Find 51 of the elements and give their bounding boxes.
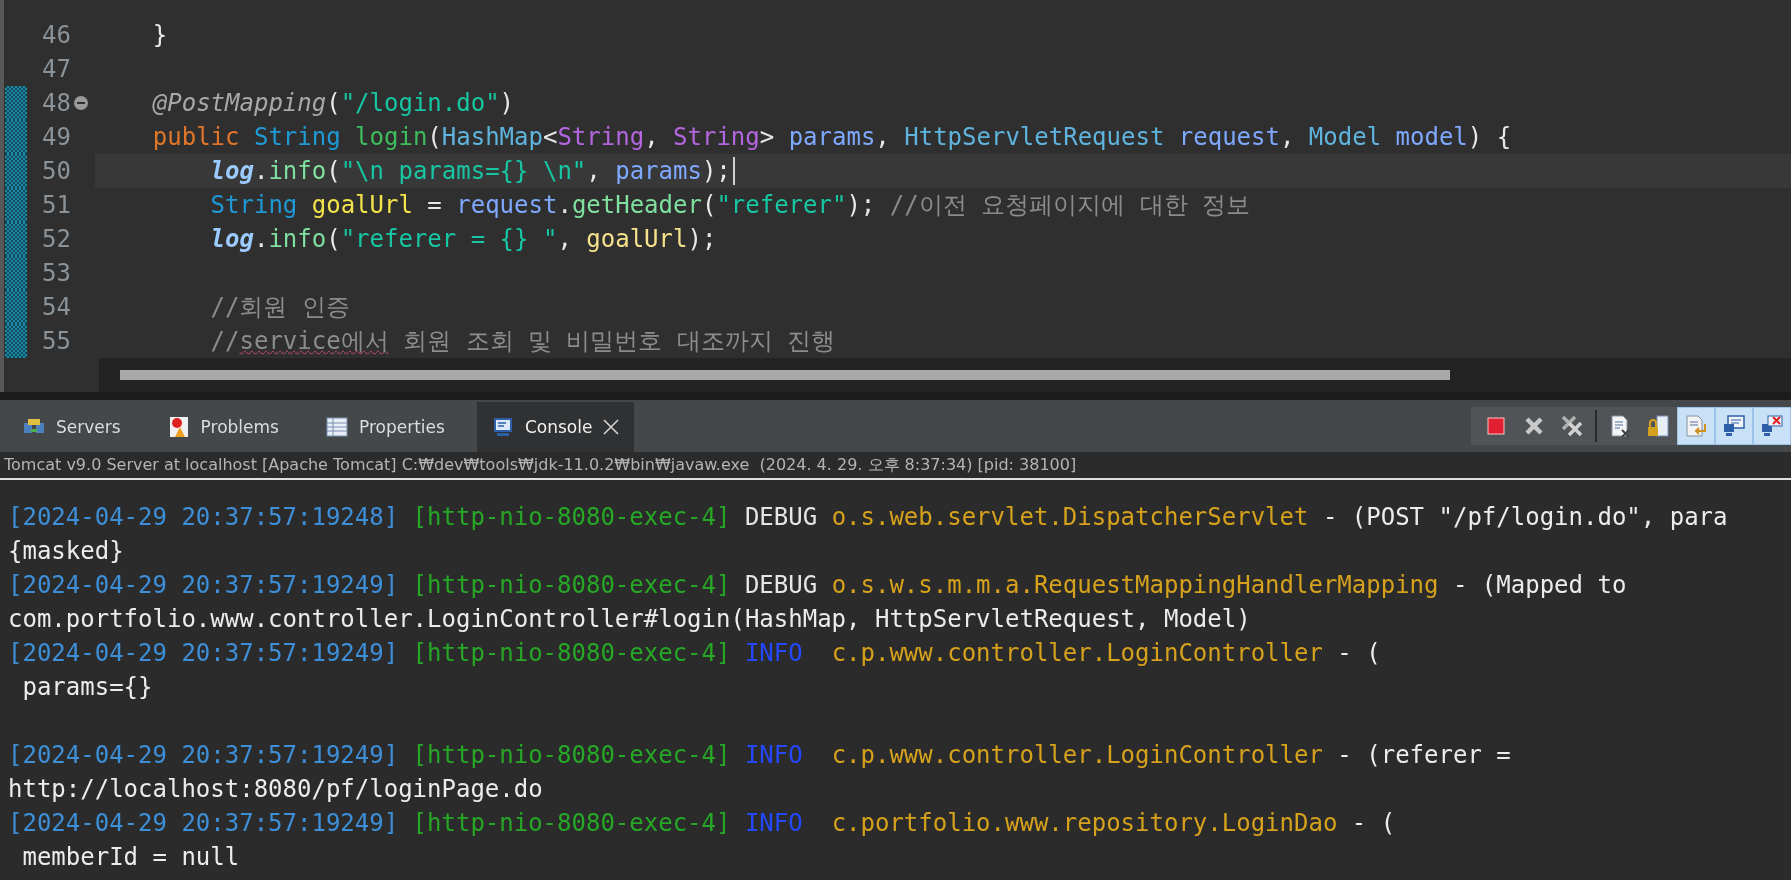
view-tab[interactable]: Console — [476, 402, 635, 452]
scroll-lock-icon — [1646, 414, 1670, 438]
close-icon[interactable] — [602, 418, 621, 436]
word-wrap-icon — [1684, 414, 1708, 438]
code-line: //회원 인증 — [209, 292, 350, 323]
view-tab[interactable]: Servers — [8, 402, 135, 452]
log-line: [2024-04-29 20:37:57:19249] [http-nio-8080-exec-4] DEBUG o.s.w.s.m.m.a.RequestMappingHandlerMapping - (Mapped to — [8, 571, 1627, 599]
properties-icon — [324, 415, 349, 439]
line-number: 51 — [41, 191, 71, 219]
remove-all-icon — [1560, 414, 1584, 438]
clear-console-icon — [1608, 414, 1632, 438]
code-line: //service에서 회원 조회 및 비밀번호 대조까지 진행 — [209, 326, 836, 357]
line-number: 47 — [41, 55, 71, 83]
log-line: http://localhost:8080/pf/loginPage.do — [8, 775, 543, 803]
text-cursor — [732, 157, 735, 185]
collapse-icon[interactable] — [73, 95, 89, 111]
log-line: [2024-04-29 20:37:57:19249] [http-nio-8080-exec-4] INFO c.p.www.controller.LoginController - (referer = — [8, 741, 1511, 769]
tab-label: Problems — [200, 417, 279, 437]
line-number: 54 — [41, 293, 71, 321]
log-line: [2024-04-29 20:37:57:19249] [http-nio-8080-exec-4] INFO c.portfolio.www.repository.LoginDao - ( — [8, 809, 1396, 837]
line-number: 48 — [41, 89, 71, 117]
display-console-icon — [1722, 414, 1746, 438]
open-console-icon — [1760, 414, 1784, 438]
toolbar-button[interactable] — [1753, 407, 1791, 445]
stop-icon — [1484, 414, 1508, 438]
horizontal-scrollbar[interactable] — [99, 358, 1791, 392]
log-line: com.portfolio.www.controller.LoginController#login(HashMap, HttpServletRequest, Model) — [8, 605, 1251, 633]
line-number: 50 — [41, 157, 71, 185]
line-number: 52 — [41, 225, 71, 253]
toolbar-button[interactable] — [1715, 407, 1753, 445]
code-line: String goalUrl = request.getHeader("referer"); //이전 요청페이지에 대한 정보 — [209, 190, 1251, 221]
log-line: memberId = null — [21, 843, 240, 871]
line-number: 53 — [41, 259, 71, 287]
log-line: [2024-04-29 20:37:57:19249] [http-nio-8080-exec-4] INFO c.p.www.controller.LoginController - ( — [8, 639, 1381, 667]
code-editor[interactable] — [0, 0, 1791, 392]
line-number: 49 — [41, 123, 71, 151]
tab-label: Servers — [56, 417, 121, 437]
code-line: log.info("\n params={} \n", params); — [209, 157, 731, 185]
code-line: public String login(HashMap<String, String> params, HttpServletRequest request, Model model) { — [151, 123, 1512, 151]
code-line: @PostMapping("/login.do") — [151, 89, 515, 117]
line-number: 55 — [41, 327, 71, 355]
code-line: log.info("referer = {} ", goalUrl); — [209, 225, 717, 253]
tab-label: Console — [524, 417, 593, 437]
code-line: } — [151, 21, 168, 49]
tab-label: Properties — [358, 417, 445, 437]
log-line: params={} — [21, 673, 153, 701]
log-line: {masked} — [8, 537, 124, 565]
view-tab[interactable]: Properties — [310, 402, 459, 452]
log-line: [2024-04-29 20:37:57:19248] [http-nio-8080-exec-4] DEBUG o.s.web.servlet.DispatcherServlet - (POST "/pf/login.do", para — [8, 503, 1728, 531]
view-tab[interactable]: Problems — [152, 402, 293, 452]
line-number: 46 — [41, 21, 71, 49]
